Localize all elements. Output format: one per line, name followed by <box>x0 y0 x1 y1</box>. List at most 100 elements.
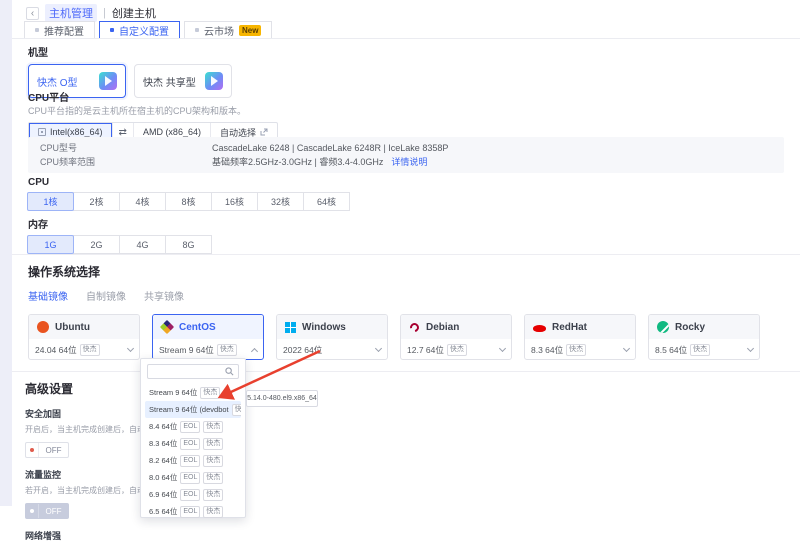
config-tab[interactable]: 自定义配置 <box>99 21 180 38</box>
breadcrumb: ‹ 主机管理 | 创建主机 <box>26 4 156 22</box>
os-card[interactable]: Windows 2022 64位 <box>276 314 388 360</box>
security-toggle[interactable]: OFF <box>25 442 69 458</box>
os-tab[interactable]: 基础镜像 <box>28 288 68 305</box>
os-version-select[interactable]: 8.3 64位 快杰 <box>525 339 635 360</box>
tab-bullet-icon <box>110 28 114 32</box>
os-logo-icon <box>657 321 669 333</box>
version-tag: 快杰 <box>203 438 223 450</box>
cpu-core-option[interactable]: 8核 <box>165 192 212 211</box>
memory-label: 内存 <box>28 216 212 231</box>
version-tag: EOL <box>180 455 200 467</box>
os-card[interactable]: RedHat 8.3 64位 快杰 <box>524 314 636 360</box>
os-version-dropdown: Stream 9 64位 快杰 Stream 9 64位 (devdbot 快杰… <box>140 358 246 518</box>
chevron-icon <box>747 345 754 352</box>
cpu-model-value: CascadeLake 6248 | CascadeLake 6248R | I… <box>212 141 448 155</box>
os-version: 8.3 64位 <box>531 344 563 356</box>
os-version-select[interactable]: Stream 9 64位 快杰 <box>153 339 263 360</box>
cpu-core-option[interactable]: 32核 <box>257 192 304 211</box>
version-tag: 快杰 <box>203 421 223 433</box>
version-search-box[interactable] <box>147 364 239 379</box>
chevron-icon <box>375 345 382 352</box>
os-name: Debian <box>426 322 459 333</box>
os-card[interactable]: Ubuntu 24.04 64位 快杰 <box>28 314 140 360</box>
page-title: 创建主机 <box>112 5 156 21</box>
breadcrumb-section[interactable]: 主机管理 <box>45 4 97 22</box>
os-name: Ubuntu <box>55 322 90 333</box>
version-tag: 快杰 <box>203 455 223 467</box>
memory-option[interactable]: 1G <box>27 235 74 254</box>
version-option[interactable]: 8.4 64位 EOL 快杰 <box>145 418 241 435</box>
tab-label: 云市场 <box>204 23 234 38</box>
os-card[interactable]: Debian 12.7 64位 快杰 <box>400 314 512 360</box>
advanced-settings-title: 高级设置 <box>25 380 140 397</box>
monitor-toggle[interactable]: OFF <box>25 503 69 519</box>
version-tag: 快杰 <box>203 489 223 501</box>
os-logo-icon <box>37 321 49 333</box>
os-tab[interactable]: 自制镜像 <box>86 288 126 305</box>
version-tag: EOL <box>180 489 200 501</box>
machine-type-card-label: 快杰 共享型 <box>143 74 196 89</box>
os-version-select[interactable]: 8.5 64位 快杰 <box>649 339 759 360</box>
version-option-label: 8.2 64位 <box>149 455 177 466</box>
version-option[interactable]: 8.3 64位 EOL 快杰 <box>145 435 241 452</box>
config-tabs: 推荐配置 自定义配置 云市场 New <box>24 21 272 38</box>
cpu-model-label: CPU型号 <box>40 141 212 155</box>
os-card[interactable]: CentOS Stream 9 64位 快杰 <box>152 314 264 360</box>
memory-section: 内存 1G 2G 4G 8G <box>28 216 212 254</box>
network-enhance-label: 网络增强 <box>25 529 140 542</box>
left-margin-strip <box>0 0 12 506</box>
machine-type-icon <box>205 72 223 90</box>
os-version-select[interactable]: 24.04 64位 快杰 <box>29 339 139 360</box>
cpu-core-option[interactable]: 2核 <box>73 192 120 211</box>
cpu-core-option[interactable]: 4核 <box>119 192 166 211</box>
cpu-platform-description: CPU平台指的是云主机所在宿主机的CPU架构和版本。 <box>28 104 278 117</box>
os-version: 24.04 64位 <box>35 344 77 356</box>
version-option-label: 8.3 64位 <box>149 438 177 449</box>
os-version-select[interactable]: 12.7 64位 快杰 <box>401 339 511 360</box>
cpu-section: CPU 1核 2核 4核 8核 16核 32核 64核 <box>28 177 350 211</box>
os-card[interactable]: Rocky 8.5 64位 快杰 <box>648 314 760 360</box>
cpu-core-option[interactable]: 16核 <box>211 192 258 211</box>
config-tab[interactable]: 云市场 New <box>184 21 272 38</box>
os-logo-icon <box>533 325 546 332</box>
version-option-list: Stream 9 64位 快杰 Stream 9 64位 (devdbot 快杰… <box>145 384 241 520</box>
os-version: 2022 64位 <box>283 344 322 356</box>
os-version: 8.5 64位 <box>655 344 687 356</box>
version-option[interactable]: Stream 9 64位 (devdbot 快杰 <box>145 401 241 418</box>
version-search-input[interactable] <box>152 367 222 376</box>
version-option-label: Stream 9 64位 (devdbot <box>149 404 229 415</box>
os-version-select[interactable]: 2022 64位 <box>277 339 387 360</box>
version-tag: 快杰 <box>200 387 220 399</box>
back-icon[interactable]: ‹ <box>26 7 39 20</box>
memory-option[interactable]: 2G <box>73 235 120 254</box>
memory-option[interactable]: 8G <box>165 235 212 254</box>
os-cards: Ubuntu 24.04 64位 快杰 CentOS Stream 9 64位 … <box>28 314 760 360</box>
machine-type-icon <box>99 72 117 90</box>
search-icon <box>225 367 234 376</box>
machine-type-label: 机型 <box>28 44 232 59</box>
kuaijie-tag: 快杰 <box>566 344 586 356</box>
os-name: RedHat <box>552 322 587 333</box>
os-section: 操作系统选择 基础镜像 自制镜像 共享镜像 Ubuntu 24.04 64位 快… <box>28 263 760 360</box>
chevron-icon <box>127 345 134 352</box>
chevron-icon <box>251 347 258 354</box>
memory-option[interactable]: 4G <box>119 235 166 254</box>
cpu-freq-detail-link[interactable]: 详情说明 <box>391 155 427 169</box>
cpu-core-option[interactable]: 1核 <box>27 192 74 211</box>
os-tab[interactable]: 共享镜像 <box>144 288 184 305</box>
version-option[interactable]: 6.9 64位 EOL 快杰 <box>145 486 241 503</box>
version-option[interactable]: 8.2 64位 EOL 快杰 <box>145 452 241 469</box>
version-tag: EOL <box>180 506 200 518</box>
version-option-label: 8.0 64位 <box>149 472 177 483</box>
version-option[interactable]: Stream 9 64位 快杰 <box>145 384 241 401</box>
version-tag: 快杰 <box>232 404 241 416</box>
os-version: 12.7 64位 <box>407 344 444 356</box>
cpu-freq-label: CPU频率范围 <box>40 155 212 169</box>
config-tab[interactable]: 推荐配置 <box>24 21 95 38</box>
advanced-section-divider <box>12 371 800 372</box>
version-option-label: 6.9 64位 <box>149 489 177 500</box>
cpu-core-option[interactable]: 64核 <box>303 192 350 211</box>
version-option[interactable]: 8.0 64位 EOL 快杰 <box>145 469 241 486</box>
version-tag: 快杰 <box>203 506 223 518</box>
new-badge: New <box>239 25 261 36</box>
